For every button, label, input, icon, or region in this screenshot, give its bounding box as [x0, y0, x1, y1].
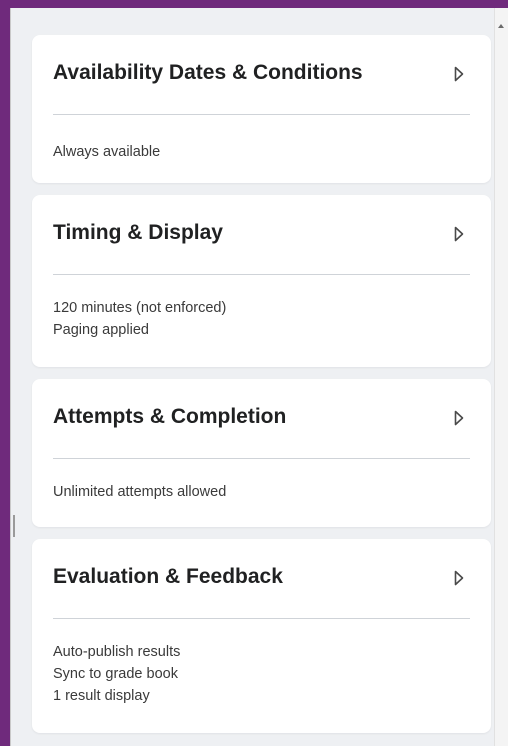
summary-line: 120 minutes (not enforced) — [53, 300, 227, 316]
settings-panel: Availability Dates & Conditions Always a… — [10, 8, 495, 746]
availability-section-toggle[interactable]: Availability Dates & Conditions — [32, 35, 491, 113]
card-summary: 120 minutes (not enforced) Paging applie… — [53, 297, 226, 341]
card-availability: Availability Dates & Conditions Always a… — [32, 35, 491, 183]
evaluation-section-toggle[interactable]: Evaluation & Feedback — [32, 539, 491, 617]
chevron-right-icon — [454, 410, 464, 426]
summary-line: 1 result display — [53, 688, 150, 704]
divider — [53, 458, 470, 459]
card-summary: Unlimited attempts allowed — [53, 481, 226, 503]
card-title: Timing & Display — [53, 221, 223, 244]
card-title: Evaluation & Feedback — [53, 565, 283, 588]
divider — [53, 274, 470, 275]
summary-line: Auto-publish results — [53, 644, 181, 660]
card-summary: Auto-publish results Sync to grade book … — [53, 641, 180, 707]
summary-line: Always available — [53, 144, 161, 160]
divider — [53, 618, 470, 619]
panel-resize-handle[interactable] — [13, 515, 15, 537]
scroll-up-arrow-icon[interactable] — [498, 24, 504, 28]
vertical-scrollbar[interactable] — [494, 8, 508, 746]
card-evaluation-feedback: Evaluation & Feedback Auto-publish resul… — [32, 539, 491, 733]
attempts-section-toggle[interactable]: Attempts & Completion — [32, 379, 491, 457]
card-timing-display: Timing & Display 120 minutes (not enforc… — [32, 195, 491, 367]
summary-line: Sync to grade book — [53, 666, 178, 682]
summary-line: Paging applied — [53, 322, 149, 338]
timing-section-toggle[interactable]: Timing & Display — [32, 195, 491, 273]
divider — [53, 114, 470, 115]
card-title: Availability Dates & Conditions — [53, 61, 363, 84]
summary-line: Unlimited attempts allowed — [53, 484, 227, 500]
card-summary: Always available — [53, 141, 160, 163]
card-title: Attempts & Completion — [53, 405, 287, 428]
chevron-right-icon — [454, 226, 464, 242]
chevron-right-icon — [454, 66, 464, 82]
chevron-right-icon — [454, 570, 464, 586]
card-attempts-completion: Attempts & Completion Unlimited attempts… — [32, 379, 491, 527]
